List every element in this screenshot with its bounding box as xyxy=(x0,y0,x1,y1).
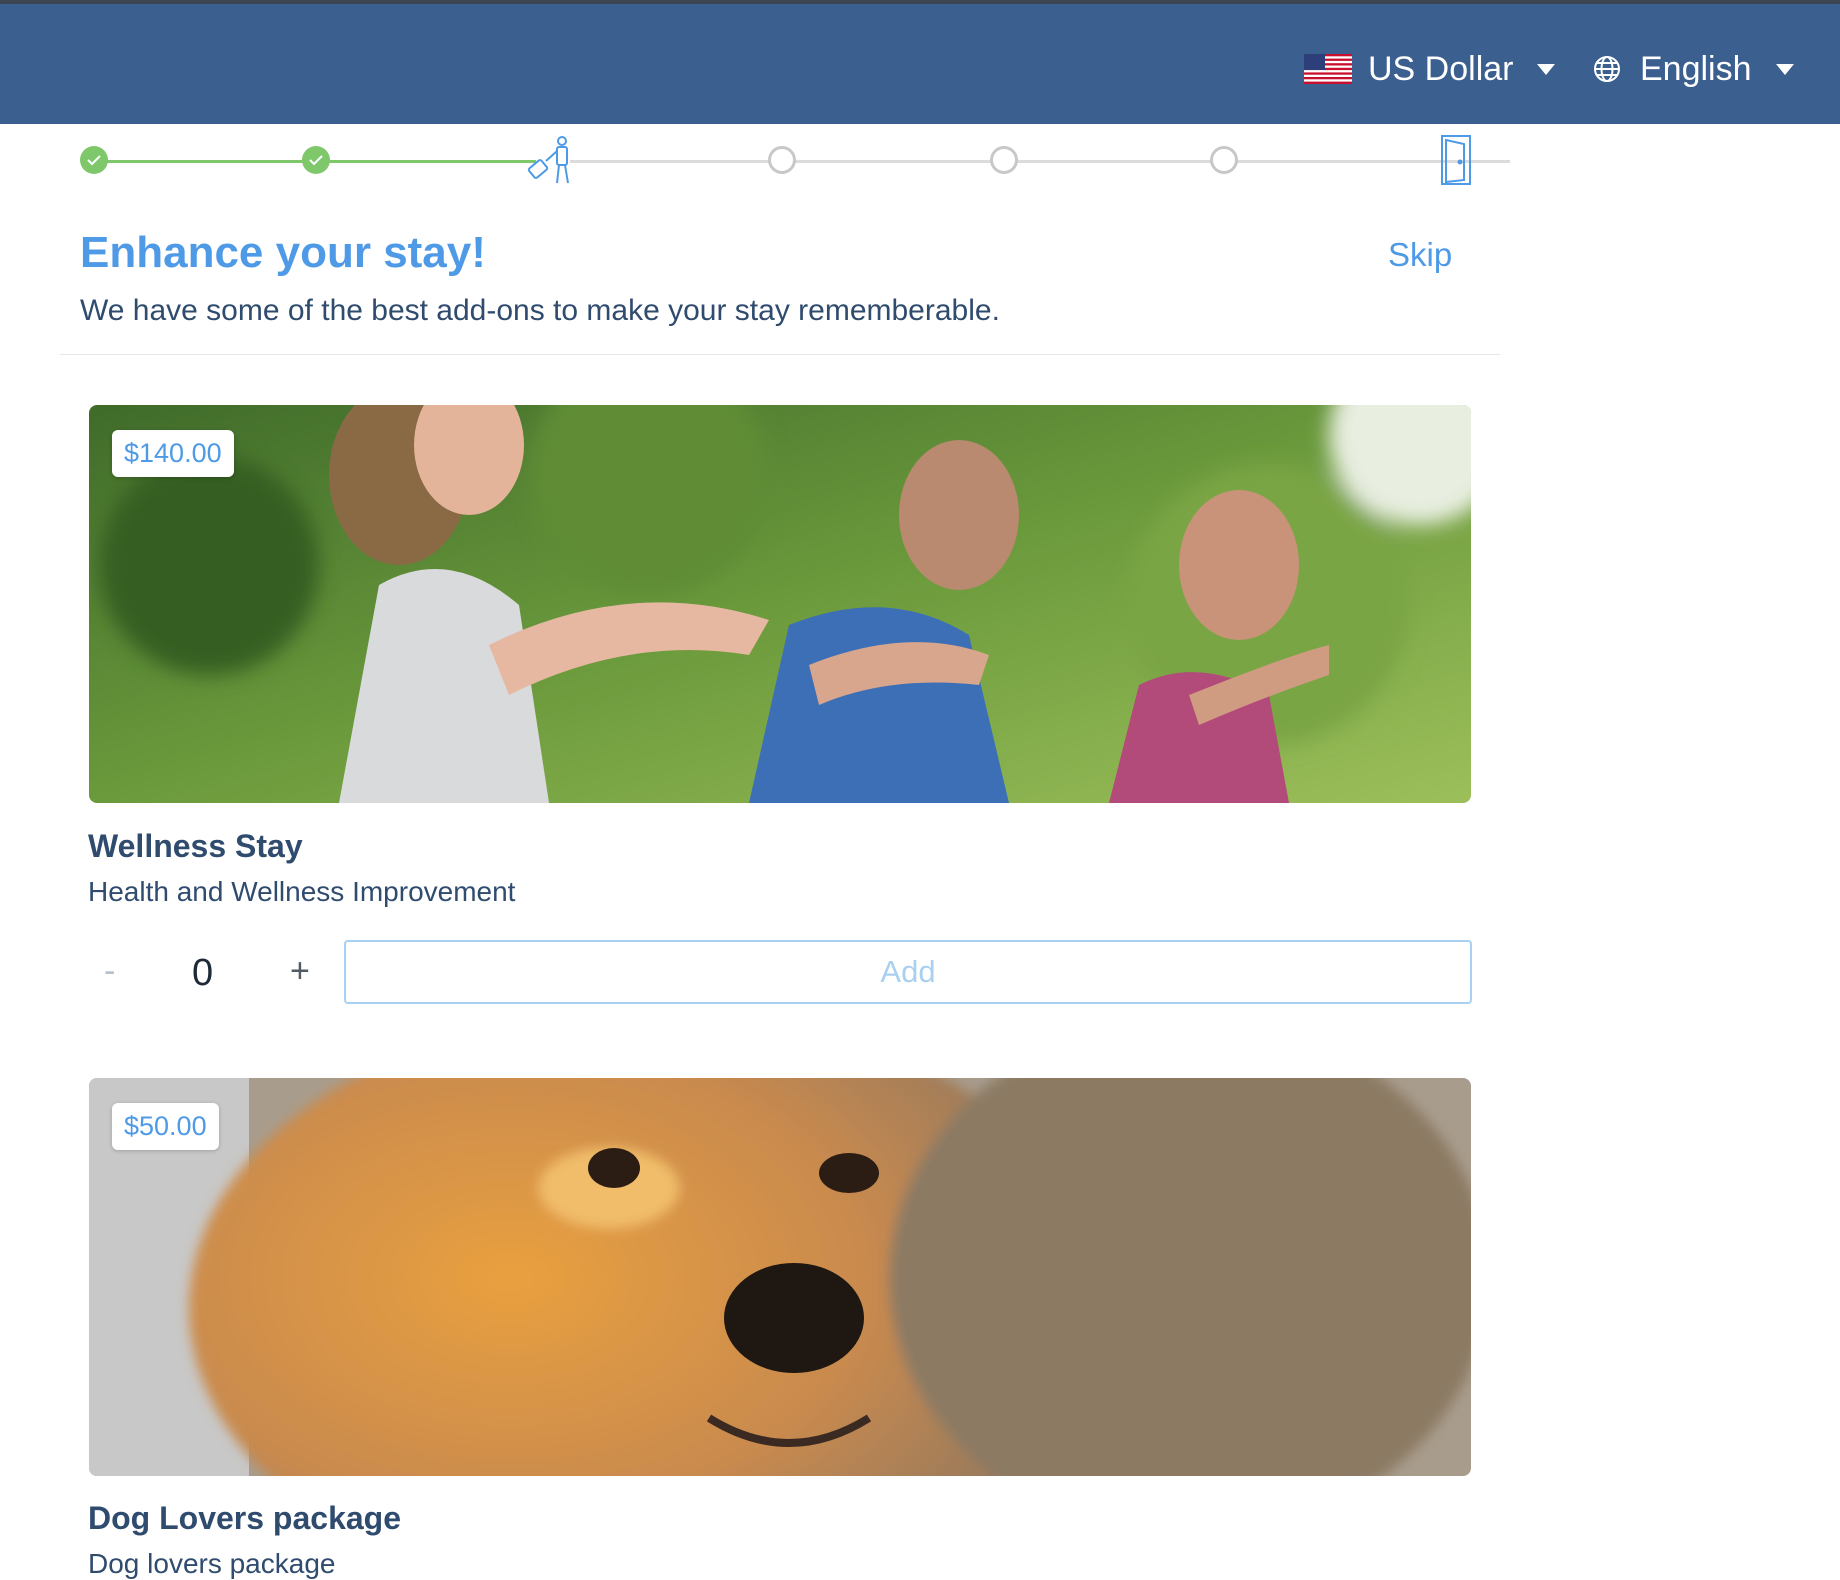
page-title: Enhance your stay! xyxy=(80,228,486,277)
door-icon xyxy=(1441,135,1471,185)
addon-description: Health and Wellness Improvement xyxy=(88,876,516,907)
quantity-value: 0 xyxy=(192,952,214,994)
check-icon xyxy=(87,155,101,166)
chevron-down-icon xyxy=(1537,63,1556,75)
addon-title: Dog Lovers package xyxy=(88,1500,401,1536)
check-icon xyxy=(309,155,323,166)
dog-photo xyxy=(89,1078,1471,1476)
addon-image-dog xyxy=(89,1078,1471,1476)
language-selector[interactable]: English xyxy=(1592,44,1794,94)
chevron-down-icon xyxy=(1775,63,1794,75)
language-label: English xyxy=(1640,49,1752,88)
skip-link[interactable]: Skip xyxy=(1388,236,1452,274)
globe-icon xyxy=(1594,56,1620,82)
top-bar: US Dollar English xyxy=(0,0,1840,124)
currency-label: US Dollar xyxy=(1368,49,1514,88)
currency-selector[interactable]: US Dollar xyxy=(1304,44,1556,94)
yoga-photo xyxy=(89,405,1471,803)
progress-step-5 xyxy=(990,146,1018,174)
price-badge: $140.00 xyxy=(112,430,234,477)
addon-description: Dog lovers package xyxy=(88,1548,336,1579)
page-subtitle: We have some of the best add-ons to make… xyxy=(80,294,1000,327)
us-flag-icon xyxy=(1304,54,1352,84)
addon-image-wellness xyxy=(89,405,1471,803)
price-badge: $50.00 xyxy=(112,1103,219,1150)
divider xyxy=(60,354,1500,355)
quantity-stepper: - 0 + xyxy=(88,940,338,1004)
progress-step-6 xyxy=(1210,146,1238,174)
progress-step-1 xyxy=(80,146,108,174)
traveler-with-luggage-icon xyxy=(527,136,569,184)
add-button[interactable]: Add xyxy=(344,940,1472,1004)
progress-line-remaining xyxy=(570,160,1510,163)
decrement-button[interactable]: - xyxy=(104,952,115,991)
progress-step-4 xyxy=(768,146,796,174)
addon-title: Wellness Stay xyxy=(88,828,303,864)
progress-step-2 xyxy=(302,146,330,174)
booking-progress-tracker xyxy=(80,130,1510,190)
increment-button[interactable]: + xyxy=(290,952,310,991)
